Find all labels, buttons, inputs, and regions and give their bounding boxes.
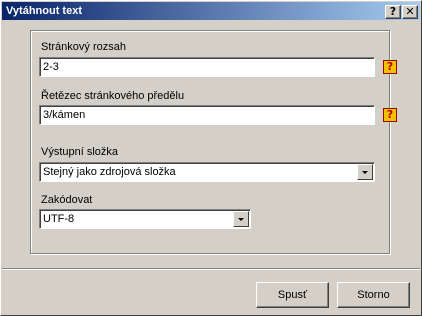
page-range-label: Stránkový rozsah [41,41,126,53]
chevron-down-icon[interactable] [233,211,249,227]
run-button[interactable]: Spusť [256,282,329,308]
page-break-input[interactable]: 3/kámen [39,105,375,125]
window-title: Vytáhnout text [6,5,82,17]
output-folder-select[interactable]: Stejný jako zdrojová složka [39,162,375,182]
encoding-select[interactable]: UTF-8 [39,209,251,229]
output-folder-value: Stejný jako zdrojová složka [43,166,176,178]
page-range-input[interactable]: 2-3 [39,57,375,77]
output-folder-label: Výstupní složka [41,146,119,158]
chevron-down-icon[interactable] [357,164,373,180]
page-range-help-icon[interactable]: ? [383,60,397,74]
encoding-label: Zakódovat [41,194,93,206]
page-break-value: 3/kámen [43,109,86,121]
page-break-help-icon[interactable]: ? [383,108,397,122]
close-button[interactable]: ✕ [402,5,418,19]
page-range-value: 2-3 [43,61,59,73]
page-break-label: Řetězec stránkového předělu [41,90,185,102]
dialog-window: Vytáhnout text ? ✕ Stránkový rozsah 2-3 … [0,0,422,316]
encoding-value: UTF-8 [43,213,75,225]
separator [2,268,420,270]
help-title-button[interactable]: ? [385,5,401,19]
title-bar: Vytáhnout text ? ✕ [2,2,420,20]
cancel-button[interactable]: Storno [337,282,410,308]
